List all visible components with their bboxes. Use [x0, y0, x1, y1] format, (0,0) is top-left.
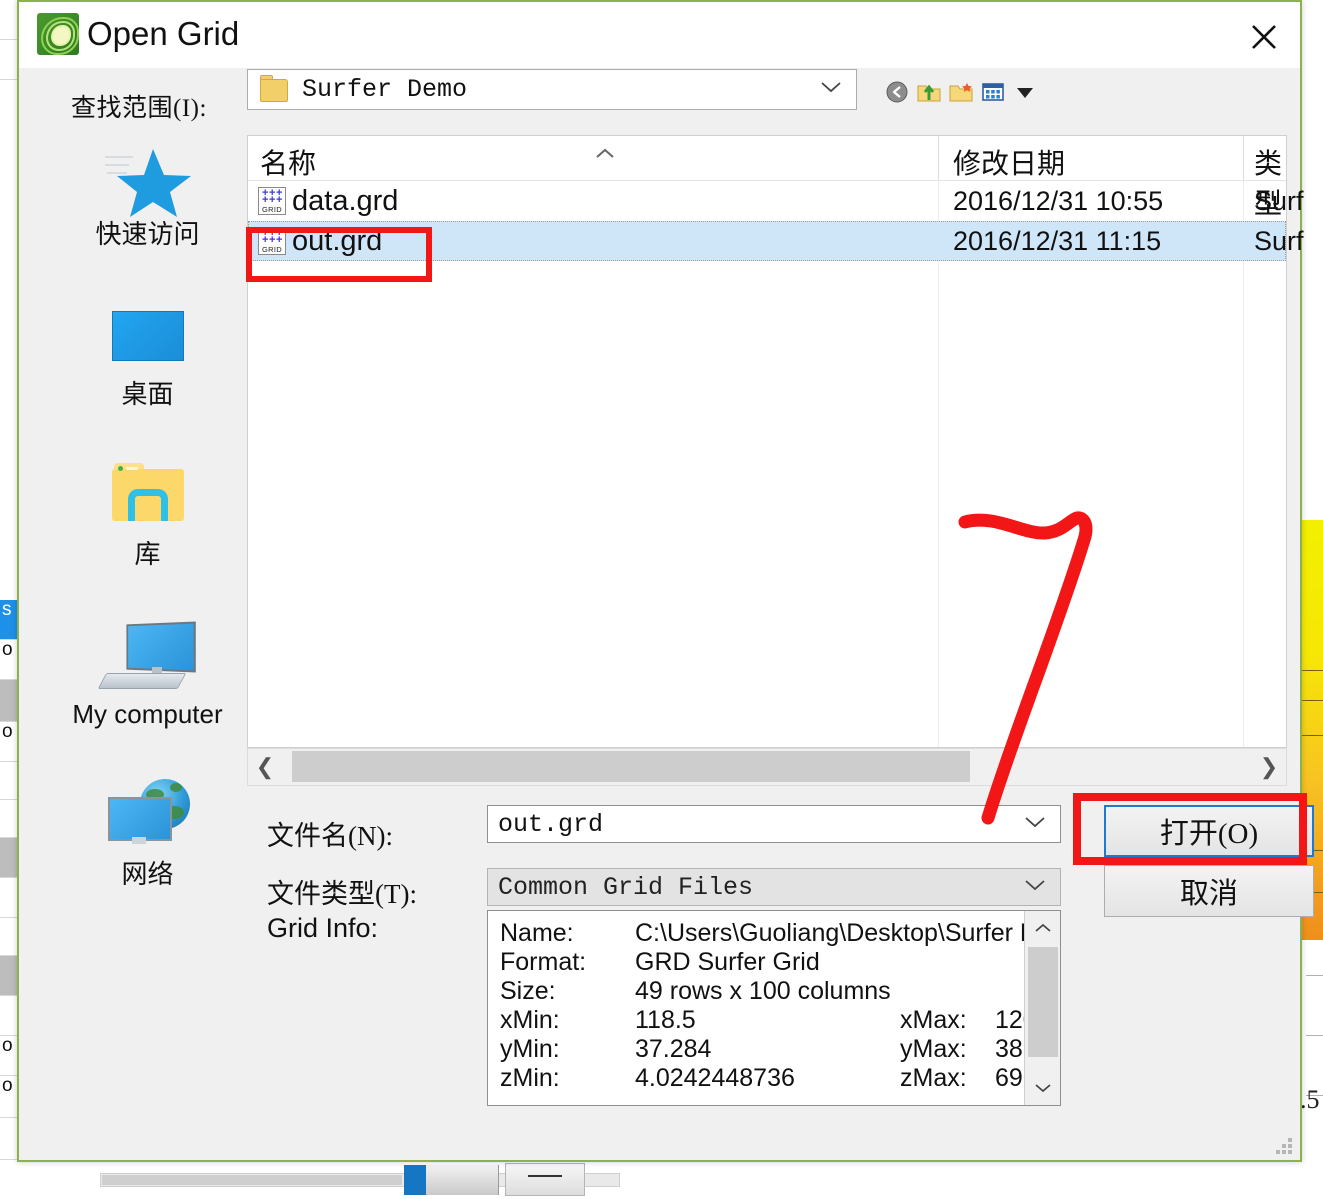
hscrollbar-track[interactable] [282, 748, 1252, 786]
gridinfo-key: Name: [500, 919, 574, 947]
gridinfo-row: zMin: 4.0242448736 zMax: 69.4 [500, 1064, 1044, 1093]
column-header-date[interactable]: 修改日期 [953, 142, 1065, 182]
gridinfo-row: Name: C:\Users\Guoliang\Desktop\Surfer D [500, 919, 1038, 948]
sidebar-item-label: 网络 [121, 859, 174, 889]
gridinfo-key: Format: [500, 948, 587, 976]
grid-icon-tag: GRID [259, 205, 285, 214]
sidebar-item-label: 桌面 [121, 379, 174, 409]
desktop-icon [111, 311, 184, 361]
grid-icon-tag: GRID [259, 245, 285, 254]
gridinfo-key2: xMax: [900, 1006, 967, 1034]
table-row[interactable]: + + + + + + GRID out.grd 2016/12/31 11:1… [248, 221, 1304, 261]
chevron-up-icon [593, 146, 617, 165]
file-date-cell: 2016/12/31 10:55 [953, 185, 1164, 216]
new-folder-icon[interactable] [949, 80, 973, 104]
close-icon[interactable] [1228, 2, 1300, 66]
view-dropdown-icon[interactable] [1013, 80, 1037, 104]
gridinfo-key: Size: [500, 977, 556, 1005]
filename-input[interactable]: out.grd [487, 805, 1061, 843]
gridinfo-key: zMin: [500, 1064, 560, 1092]
chevron-left-icon[interactable]: ❮ [248, 754, 282, 780]
filetype-value: Common Grid Files [498, 872, 754, 902]
gridinfo-value: 49 rows x 100 columns [635, 977, 891, 1005]
sidebar-item-library[interactable]: 库 [46, 455, 249, 615]
file-date-cell: 2016/12/31 11:15 [953, 225, 1162, 256]
gridinfo-vscrollbar[interactable] [1024, 911, 1060, 1105]
gridinfo-key2: yMax: [900, 1035, 967, 1063]
gridinfo-value: C:\Users\Guoliang\Desktop\Surfer D [635, 919, 1038, 947]
background-sheet-tab-2[interactable] [505, 1163, 585, 1196]
background-sheet-tab-active[interactable] [404, 1165, 426, 1195]
filetype-label: 文件类型(T): [267, 879, 417, 909]
chevron-down-icon [820, 80, 842, 99]
gridinfo-row: Size: 49 rows x 100 columns [500, 977, 1025, 1006]
gridinfo-scrollbar-thumb[interactable] [1028, 947, 1058, 1057]
file-type-cell: Surf [1254, 225, 1304, 256]
file-name-cell: data.grd [292, 184, 399, 217]
filetype-combobox[interactable]: Common Grid Files [487, 868, 1061, 906]
cancel-button[interactable]: 取消 [1104, 865, 1314, 917]
file-list: 名称 修改日期 类型 + + + + + + GRID data.grd 201… [247, 135, 1304, 748]
gridinfo-row: yMin: 37.284 yMax: 38.4 [500, 1035, 1044, 1064]
folder-icon [260, 75, 288, 102]
background-hscrollbar-thumb[interactable] [102, 1175, 402, 1185]
gridinfo-value: 4.0242448736 [635, 1064, 795, 1092]
background-sheet-tab[interactable] [426, 1165, 499, 1195]
chevron-up-icon[interactable] [1025, 911, 1060, 945]
sidebar-item-my-computer[interactable]: My computer [46, 615, 249, 775]
up-folder-icon[interactable] [917, 80, 941, 104]
dialog-titlebar: Open Grid [19, 2, 1300, 68]
gridinfo-panel: Name: C:\Users\Guoliang\Desktop\Surfer D… [487, 910, 1061, 1106]
sidebar-item-quick-access[interactable]: 快速访问 [46, 135, 249, 295]
back-icon[interactable] [885, 80, 909, 104]
computer-icon [97, 621, 196, 691]
hscrollbar-thumb[interactable] [292, 751, 970, 782]
view-icon[interactable] [981, 80, 1005, 104]
chevron-down-icon[interactable] [1025, 1071, 1060, 1105]
chevron-right-icon[interactable]: ❯ [1252, 754, 1286, 780]
grid-file-icon: + + + + + + GRID [258, 227, 286, 255]
resize-grip[interactable] [1276, 1138, 1292, 1154]
sidebar-item-desktop[interactable]: 桌面 [46, 295, 249, 455]
background-corner-text: .5 [1300, 1085, 1320, 1114]
open-button[interactable]: 打开(O) [1104, 805, 1314, 857]
chevron-down-icon[interactable] [1024, 815, 1046, 834]
screenshot-root: s o o o o .5 Open Grid 查找范围(I): Surfer D… [0, 0, 1323, 1199]
gridinfo-key2: zMax: [900, 1064, 967, 1092]
gridinfo-value: 118.5 [635, 1006, 696, 1034]
filename-value: out.grd [498, 809, 604, 839]
star-icon [103, 145, 193, 226]
gridinfo-row: xMin: 118.5 xMax: 120. [500, 1006, 1044, 1035]
gridinfo-key: yMin: [500, 1035, 560, 1063]
page-title: Open Grid [87, 15, 240, 52]
network-icon [104, 779, 192, 853]
lookin-label: 查找范围(I): [71, 95, 207, 122]
gridinfo-key: xMin: [500, 1006, 560, 1034]
file-list-hscrollbar[interactable]: ❮ ❯ [247, 748, 1287, 786]
grid-file-icon: + + + + + + GRID [258, 187, 286, 215]
sidebar-item-network[interactable]: 网络 [46, 775, 249, 935]
gridinfo-value: GRD Surfer Grid [635, 948, 820, 976]
gridinfo-row: Format: GRD Surfer Grid [500, 948, 1025, 977]
column-header-name[interactable]: 名称 [260, 142, 316, 182]
lookin-value: Surfer Demo [302, 75, 468, 104]
file-type-cell: Surf [1254, 185, 1304, 216]
dialog-toolbar [885, 80, 1037, 104]
background-right-rules [1306, 975, 1323, 1155]
gridinfo-value: 37.284 [635, 1035, 712, 1063]
filename-label: 文件名(N): [267, 821, 393, 851]
library-folder-icon [111, 463, 184, 521]
file-list-header: 名称 修改日期 类型 [248, 136, 1286, 219]
open-grid-dialog: Open Grid 查找范围(I): Surfer Demo 快速访问 桌面 库… [17, 0, 1314, 1162]
sidebar-item-label: 库 [134, 539, 161, 569]
gridinfo-label: Grid Info: [267, 913, 379, 943]
places-sidebar: 快速访问 桌面 库 My computer 网络 [46, 135, 249, 940]
table-row[interactable]: + + + + + + GRID data.grd 2016/12/31 10:… [248, 181, 1304, 221]
sidebar-item-label: My computer [72, 699, 223, 729]
lookin-combobox[interactable]: Surfer Demo [247, 69, 857, 110]
file-name-cell: out.grd [292, 224, 383, 257]
surfer-contour-icon [37, 13, 79, 55]
chevron-down-icon[interactable] [1024, 878, 1046, 897]
